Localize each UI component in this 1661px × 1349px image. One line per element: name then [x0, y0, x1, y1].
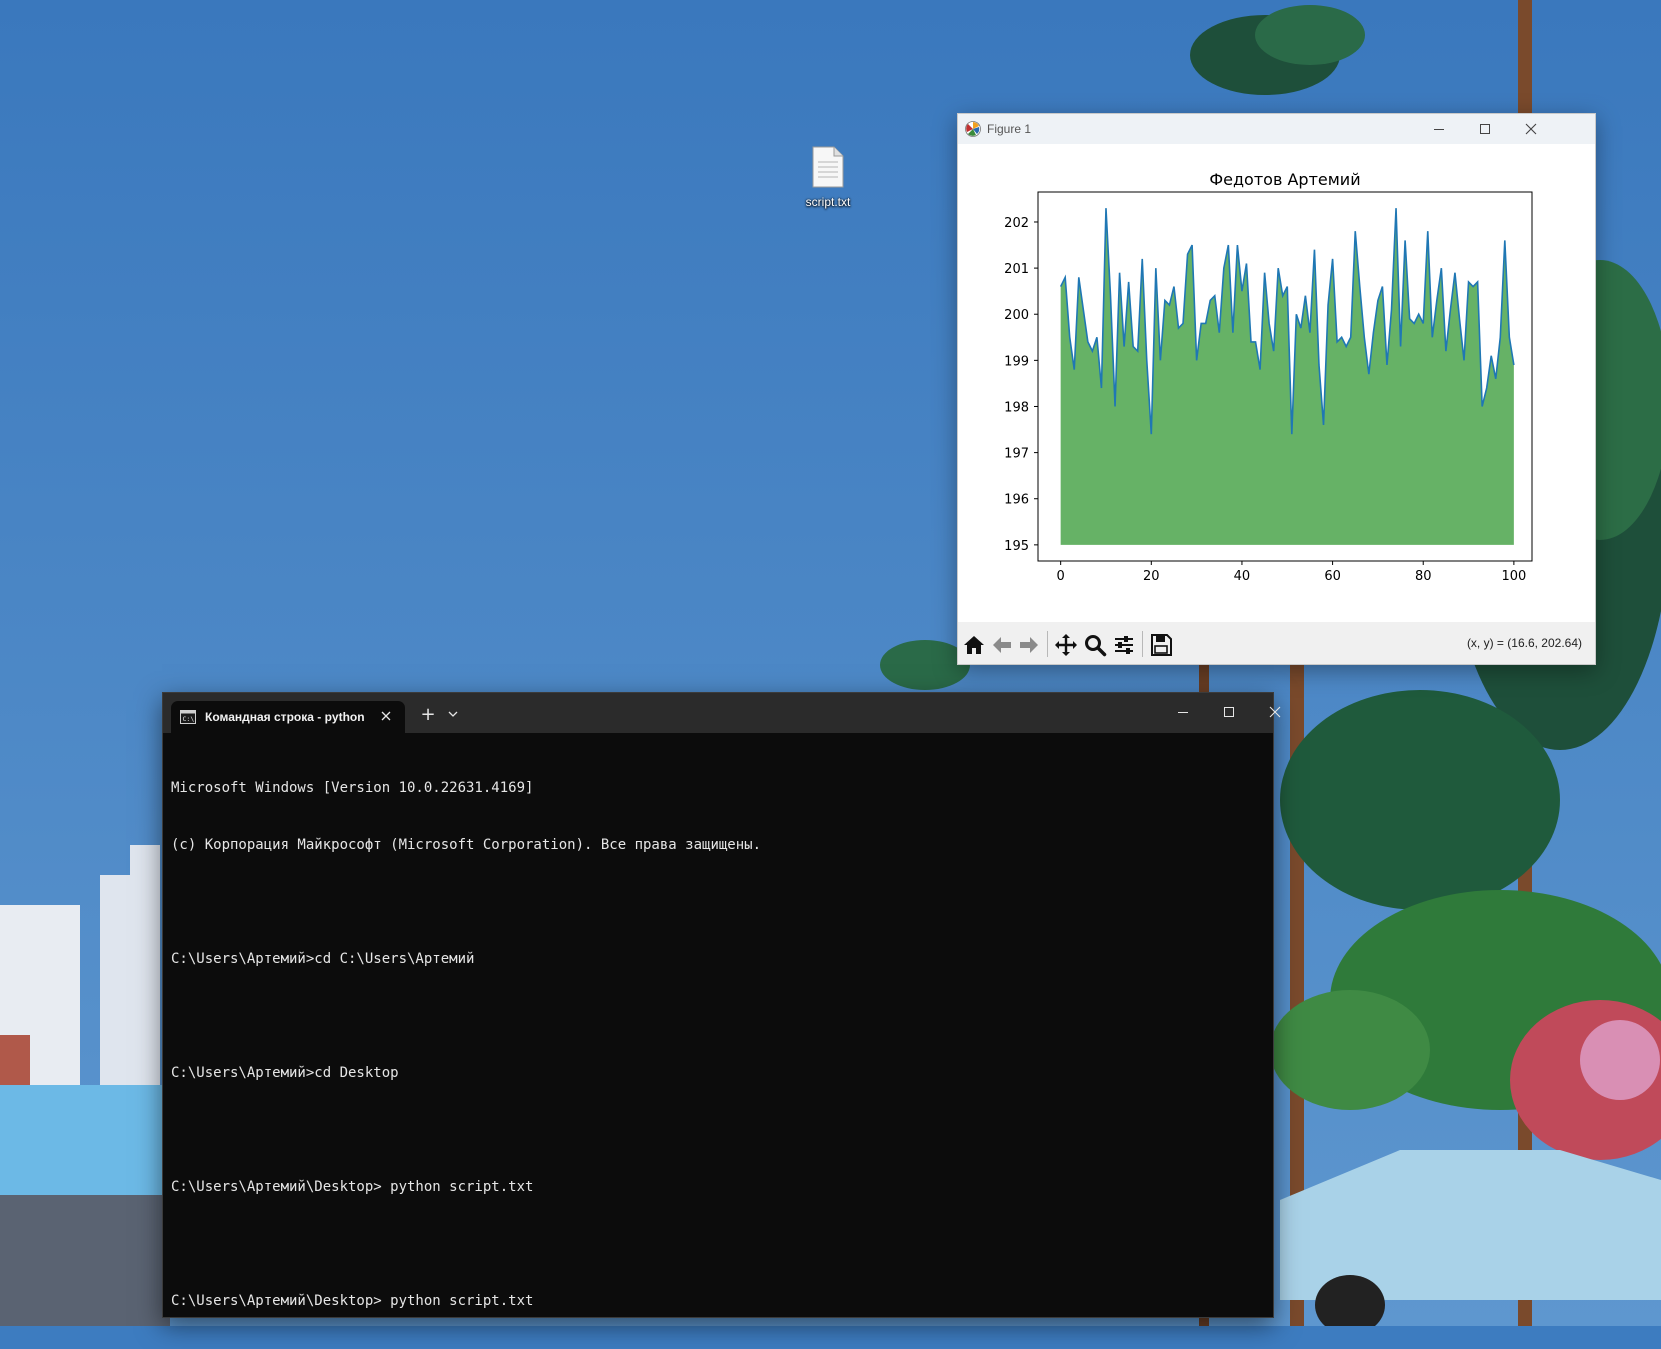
terminal-line [171, 1121, 1265, 1140]
y-tick-label: 200 [1004, 308, 1029, 323]
close-icon[interactable] [379, 709, 393, 723]
matplotlib-icon [964, 120, 982, 138]
x-tick-label: 80 [1415, 569, 1432, 584]
chart-canvas[interactable]: Федотов Артемий 0 20 40 60 80 100 195 196 197 19… [958, 144, 1595, 622]
new-tab-button[interactable]: + [416, 704, 440, 724]
x-tick-label: 60 [1324, 569, 1341, 584]
minimize-button[interactable] [1416, 114, 1462, 144]
y-tick-label: 199 [1004, 354, 1029, 369]
terminal-line [171, 1235, 1265, 1254]
maximize-button[interactable] [1462, 114, 1508, 144]
desktop-icon-label: script.txt [790, 195, 866, 209]
svg-text:C:\: C:\ [183, 715, 195, 723]
minimize-button[interactable] [1163, 699, 1203, 725]
y-tick-label: 197 [1004, 447, 1029, 462]
toolbar-separator [1047, 631, 1048, 657]
cursor-coordinates: (x, y) = (16.6, 202.64) [1467, 636, 1582, 650]
toolbar-separator [1142, 631, 1143, 657]
y-tick-label: 202 [1004, 216, 1029, 231]
terminal-line: C:\Users\Артемий\Desktop> python script.… [171, 1178, 1265, 1197]
y-tick-label: 198 [1004, 400, 1029, 415]
terminal-line: Microsoft Windows [Version 10.0.22631.41… [171, 779, 1265, 798]
pan-icon[interactable] [1054, 633, 1078, 657]
maximize-button[interactable] [1209, 699, 1249, 725]
figure-toolbar: (x, y) = (16.6, 202.64) [958, 622, 1595, 664]
maximize-icon [1223, 706, 1235, 718]
back-icon[interactable] [990, 633, 1014, 657]
configure-subplots-icon[interactable] [1112, 633, 1136, 657]
chevron-down-icon[interactable] [447, 708, 459, 720]
y-tick-label: 196 [1004, 493, 1029, 508]
x-tick-label: 0 [1057, 569, 1065, 584]
y-tick-label: 201 [1004, 262, 1029, 277]
x-tick-label: 100 [1501, 569, 1526, 584]
terminal-line: (c) Корпорация Майкрософт (Microsoft Cor… [171, 836, 1265, 855]
x-tick-label: 20 [1143, 569, 1160, 584]
desktop-icon-script[interactable]: script.txt [790, 146, 866, 209]
terminal-line [171, 1007, 1265, 1026]
figure-title: Figure 1 [987, 122, 1031, 136]
terminal-tab[interactable]: C:\ Командная строка - python [171, 701, 405, 733]
figure-titlebar[interactable]: Figure 1 [958, 114, 1595, 144]
y-tick-label: 195 [1004, 539, 1029, 554]
home-icon[interactable] [962, 633, 986, 657]
x-tick-label: 40 [1234, 569, 1251, 584]
terminal-titlebar[interactable]: C:\ Командная строка - python + [163, 693, 1273, 733]
minimize-icon [1177, 706, 1189, 718]
terminal-tab-title: Командная строка - python [205, 710, 365, 724]
terminal-line: C:\Users\Артемий>cd Desktop [171, 1064, 1265, 1083]
save-icon[interactable] [1149, 633, 1173, 657]
zoom-icon[interactable] [1083, 633, 1107, 657]
chart-title: Федотов Артемий [1209, 170, 1360, 189]
cmd-icon: C:\ [180, 710, 196, 724]
maximize-icon [1479, 123, 1491, 135]
terminal-line: C:\Users\Артемий\Desktop> python script.… [171, 1292, 1265, 1311]
terminal-line [171, 893, 1265, 912]
forward-icon[interactable] [1017, 633, 1041, 657]
close-icon [1269, 706, 1281, 718]
figure-window[interactable]: Figure 1 Федотов Артемий 0 20 40 60 80 100 19… [957, 113, 1596, 665]
close-button[interactable] [1508, 114, 1554, 144]
close-icon [1525, 123, 1537, 135]
minimize-icon [1433, 123, 1445, 135]
terminal-window[interactable]: C:\ Командная строка - python + Microsof… [162, 692, 1274, 1318]
text-file-icon [812, 146, 844, 188]
terminal-output[interactable]: Microsoft Windows [Version 10.0.22631.41… [171, 741, 1265, 1349]
close-button[interactable] [1255, 699, 1295, 725]
terminal-line: C:\Users\Артемий>cd C:\Users\Артемий [171, 950, 1265, 969]
